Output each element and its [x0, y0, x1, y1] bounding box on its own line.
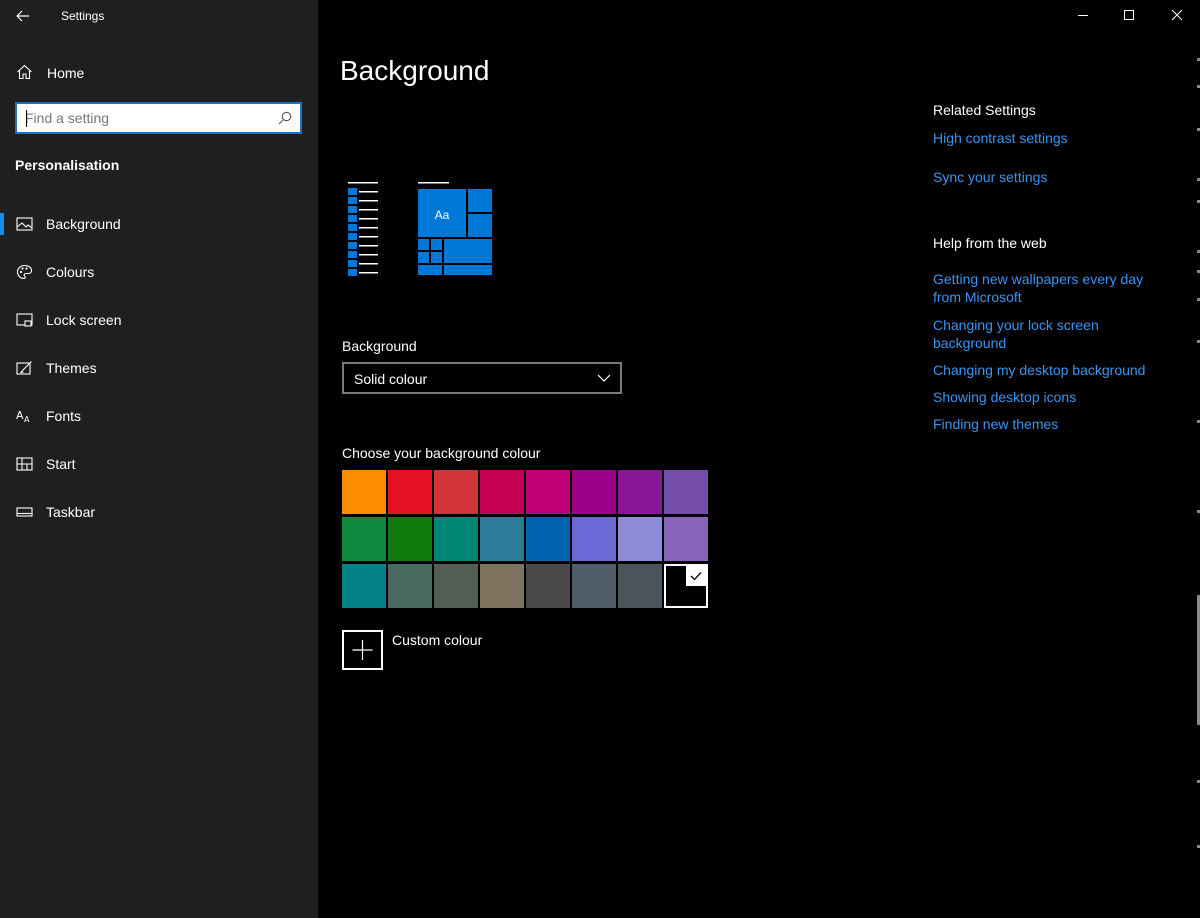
- colour-picker-label: Choose your background colour: [342, 445, 541, 461]
- colour-swatch[interactable]: [526, 517, 570, 561]
- minimize-button[interactable]: [1060, 0, 1106, 32]
- window-controls: [1060, 0, 1200, 32]
- colour-swatch[interactable]: [664, 470, 708, 514]
- colour-swatch[interactable]: [388, 517, 432, 561]
- sidebar-item-themes[interactable]: Themes: [0, 348, 318, 388]
- sidebar-item-taskbar[interactable]: Taskbar: [0, 492, 318, 532]
- minimize-icon: [1078, 15, 1088, 16]
- text-caret: [26, 110, 27, 127]
- colour-swatch-grid: [342, 470, 710, 610]
- sidebar-item-label: Taskbar: [46, 504, 96, 520]
- colour-swatch[interactable]: [434, 564, 478, 608]
- sidebar-item-label: Background: [46, 216, 121, 232]
- background-type-dropdown[interactable]: Solid colour: [342, 362, 622, 394]
- sidebar-item-colours[interactable]: Colours: [0, 252, 318, 292]
- link-new-themes[interactable]: Finding new themes: [933, 415, 1163, 433]
- sidebar-item-background[interactable]: Background: [0, 204, 318, 244]
- search-box[interactable]: [15, 102, 302, 134]
- taskbar-icon: [16, 507, 33, 517]
- chevron-down-icon: [597, 374, 611, 382]
- section-title: Personalisation: [15, 157, 120, 173]
- link-desktop-icons[interactable]: Showing desktop icons: [933, 388, 1163, 406]
- close-button[interactable]: [1154, 0, 1200, 32]
- back-arrow-icon: [16, 10, 29, 22]
- colour-swatch[interactable]: [526, 564, 570, 608]
- maximize-icon: [1124, 10, 1134, 20]
- page-title: Background: [340, 55, 490, 86]
- background-preview: Aa: [348, 182, 492, 276]
- colour-swatch[interactable]: [480, 564, 524, 608]
- link-sync-settings[interactable]: Sync your settings: [933, 168, 1163, 186]
- svg-text:A: A: [16, 409, 24, 422]
- palette-icon: [16, 264, 33, 280]
- checkmark-icon: [686, 566, 706, 586]
- start-list-preview: [348, 182, 378, 276]
- sidebar-item-lock-screen[interactable]: Lock screen: [0, 300, 318, 340]
- colour-swatch[interactable]: [572, 517, 616, 561]
- picture-icon: [16, 217, 33, 231]
- related-settings-title: Related Settings: [933, 102, 1036, 118]
- colour-swatch[interactable]: [342, 564, 386, 608]
- background-type-label: Background: [342, 338, 417, 354]
- preview-tile-text: Aa: [435, 208, 450, 222]
- back-button[interactable]: [10, 4, 36, 28]
- colour-swatch[interactable]: [618, 517, 662, 561]
- sidebar-item-fonts[interactable]: A A Fonts: [0, 396, 318, 436]
- link-high-contrast[interactable]: High contrast settings: [933, 129, 1163, 147]
- colour-swatch[interactable]: [388, 564, 432, 608]
- fonts-icon: A A: [16, 409, 30, 424]
- colour-swatch[interactable]: [434, 470, 478, 514]
- colour-swatch[interactable]: [618, 470, 662, 514]
- sidebar-item-label: Colours: [46, 264, 95, 280]
- plus-icon: [352, 640, 373, 660]
- colour-swatch[interactable]: [572, 564, 616, 608]
- nav-home-label: Home: [47, 65, 85, 81]
- sidebar-item-start[interactable]: Start: [0, 444, 318, 484]
- custom-colour-button[interactable]: [342, 630, 383, 670]
- colour-swatch[interactable]: [664, 517, 708, 561]
- home-icon: [17, 64, 32, 80]
- dropdown-selected-value: Solid colour: [354, 371, 428, 387]
- link-lock-screen-bg[interactable]: Changing your lock screen background: [933, 316, 1163, 352]
- start-icon: [16, 457, 33, 471]
- scrollbar[interactable]: [1194, 40, 1200, 890]
- sidebar-item-label: Themes: [46, 360, 97, 376]
- colour-swatch[interactable]: [342, 517, 386, 561]
- sidebar-item-label: Start: [46, 456, 76, 472]
- colour-swatch[interactable]: [480, 517, 524, 561]
- start-tiles-preview: Aa: [418, 182, 492, 275]
- colour-swatch[interactable]: [618, 564, 662, 608]
- app-title: Settings: [61, 9, 105, 23]
- themes-icon: [16, 361, 32, 375]
- colour-swatch[interactable]: [388, 470, 432, 514]
- colour-swatch[interactable]: [342, 470, 386, 514]
- colour-swatch[interactable]: [664, 564, 708, 608]
- custom-colour-label: Custom colour: [392, 632, 483, 648]
- nav-home[interactable]: Home: [0, 56, 318, 88]
- lock-screen-icon: [16, 313, 33, 327]
- title-bar: Settings: [0, 0, 318, 32]
- colour-swatch[interactable]: [526, 470, 570, 514]
- search-icon[interactable]: [278, 111, 292, 125]
- link-new-wallpapers[interactable]: Getting new wallpapers every day from Mi…: [933, 270, 1163, 306]
- colour-swatch[interactable]: [480, 470, 524, 514]
- sidebar-item-label: Lock screen: [46, 312, 122, 328]
- maximize-button[interactable]: [1106, 0, 1152, 32]
- help-title: Help from the web: [933, 235, 1047, 251]
- sidebar-item-label: Fonts: [46, 408, 82, 424]
- search-input[interactable]: [25, 109, 265, 127]
- colour-swatch[interactable]: [434, 517, 478, 561]
- link-desktop-bg[interactable]: Changing my desktop background: [933, 361, 1163, 379]
- svg-text:A: A: [24, 415, 30, 424]
- sidebar: Settings Home Personalisation Background…: [0, 0, 318, 918]
- colour-swatch[interactable]: [572, 470, 616, 514]
- close-icon: [1171, 9, 1183, 21]
